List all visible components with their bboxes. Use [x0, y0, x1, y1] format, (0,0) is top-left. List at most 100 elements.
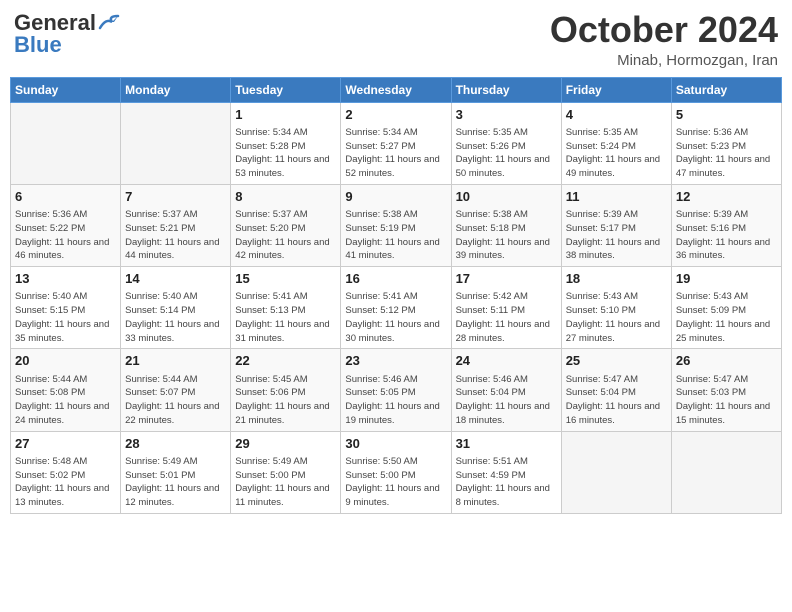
day-info: Sunrise: 5:46 AMSunset: 5:05 PMDaylight:…: [345, 373, 446, 428]
calendar-cell: 3Sunrise: 5:35 AMSunset: 5:26 PMDaylight…: [451, 102, 561, 184]
calendar-cell: 13 Sunrise: 5:40 AMSunset: 5:15 PMDayligh…: [11, 267, 121, 349]
day-number: 17: [456, 270, 557, 288]
calendar-cell: 10 Sunrise: 5:38 AMSunset: 5:18 PMDayligh…: [451, 184, 561, 266]
day-number: 14: [125, 270, 226, 288]
logo-bird-icon: [98, 14, 120, 32]
calendar-cell: 27 Sunrise: 5:48 AMSunset: 5:02 PMDayligh…: [11, 431, 121, 513]
day-number: 30: [345, 435, 446, 453]
day-info: Sunrise: 5:35 AMSunset: 5:26 PMDaylight:…: [456, 126, 557, 181]
logo-blue: Blue: [14, 32, 62, 58]
day-number: 4: [566, 106, 667, 124]
day-number: 13: [15, 270, 116, 288]
day-info: Sunrise: 5:38 AMSunset: 5:18 PMDaylight:…: [456, 208, 557, 263]
day-info: Sunrise: 5:39 AMSunset: 5:16 PMDaylight:…: [676, 208, 777, 263]
calendar-cell: 14 Sunrise: 5:40 AMSunset: 5:14 PMDayligh…: [121, 267, 231, 349]
day-info: Sunrise: 5:34 AMSunset: 5:27 PMDaylight:…: [345, 126, 446, 181]
day-info: Sunrise: 5:40 AMSunset: 5:15 PMDaylight:…: [15, 290, 116, 345]
calendar-cell: 4 Sunrise: 5:35 AMSunset: 5:24 PMDaylight…: [561, 102, 671, 184]
calendar-cell: 21Sunrise: 5:44 AMSunset: 5:07 PMDayligh…: [121, 349, 231, 431]
day-info: Sunrise: 5:34 AMSunset: 5:28 PMDaylight:…: [235, 126, 336, 181]
location: Minab, Hormozgan, Iran: [550, 52, 778, 69]
calendar-cell: 5 Sunrise: 5:36 AMSunset: 5:23 PMDaylight…: [671, 102, 781, 184]
calendar-cell: 15 Sunrise: 5:41 AMSunset: 5:13 PMDayligh…: [231, 267, 341, 349]
month-title: October 2024: [550, 10, 778, 50]
calendar-cell: [121, 102, 231, 184]
logo: General Blue: [14, 10, 120, 58]
calendar-cell: [671, 431, 781, 513]
day-info: Sunrise: 5:41 AMSunset: 5:12 PMDaylight:…: [345, 290, 446, 345]
day-number: 12: [676, 188, 777, 206]
calendar-cell: 29 Sunrise: 5:49 AMSunset: 5:00 PMDayligh…: [231, 431, 341, 513]
day-number: 24: [456, 352, 557, 370]
calendar-week-3: 13 Sunrise: 5:40 AMSunset: 5:15 PMDayligh…: [11, 267, 782, 349]
day-info: Sunrise: 5:36 AMSunset: 5:23 PMDaylight:…: [676, 126, 777, 181]
day-info: Sunrise: 5:37 AMSunset: 5:20 PMDaylight:…: [235, 208, 336, 263]
day-info: Sunrise: 5:51 AMSunset: 4:59 PMDaylight:…: [456, 455, 557, 510]
day-number: 9: [345, 188, 446, 206]
day-number: 15: [235, 270, 336, 288]
day-number: 2: [345, 106, 446, 124]
day-number: 8: [235, 188, 336, 206]
weekday-header-row: SundayMondayTuesdayWednesdayThursdayFrid…: [11, 77, 782, 102]
weekday-header-saturday: Saturday: [671, 77, 781, 102]
calendar-cell: [11, 102, 121, 184]
day-info: Sunrise: 5:44 AMSunset: 5:08 PMDaylight:…: [15, 373, 116, 428]
calendar-cell: 26Sunrise: 5:47 AMSunset: 5:03 PMDayligh…: [671, 349, 781, 431]
day-number: 18: [566, 270, 667, 288]
day-info: Sunrise: 5:43 AMSunset: 5:09 PMDaylight:…: [676, 290, 777, 345]
day-number: 27: [15, 435, 116, 453]
calendar-cell: 9 Sunrise: 5:38 AMSunset: 5:19 PMDaylight…: [341, 184, 451, 266]
day-info: Sunrise: 5:40 AMSunset: 5:14 PMDaylight:…: [125, 290, 226, 345]
day-info: Sunrise: 5:42 AMSunset: 5:11 PMDaylight:…: [456, 290, 557, 345]
day-info: Sunrise: 5:50 AMSunset: 5:00 PMDaylight:…: [345, 455, 446, 510]
day-info: Sunrise: 5:35 AMSunset: 5:24 PMDaylight:…: [566, 126, 667, 181]
day-number: 25: [566, 352, 667, 370]
day-info: Sunrise: 5:47 AMSunset: 5:03 PMDaylight:…: [676, 373, 777, 428]
calendar-cell: 28Sunrise: 5:49 AMSunset: 5:01 PMDayligh…: [121, 431, 231, 513]
day-info: Sunrise: 5:41 AMSunset: 5:13 PMDaylight:…: [235, 290, 336, 345]
calendar-cell: 7 Sunrise: 5:37 AMSunset: 5:21 PMDaylight…: [121, 184, 231, 266]
calendar-week-2: 6 Sunrise: 5:36 AMSunset: 5:22 PMDaylight…: [11, 184, 782, 266]
calendar-cell: 30 Sunrise: 5:50 AMSunset: 5:00 PMDayligh…: [341, 431, 451, 513]
calendar-cell: 16Sunrise: 5:41 AMSunset: 5:12 PMDayligh…: [341, 267, 451, 349]
day-number: 19: [676, 270, 777, 288]
weekday-header-tuesday: Tuesday: [231, 77, 341, 102]
page-header: General Blue October 2024 Minab, Hormozg…: [10, 10, 782, 69]
calendar-cell: [561, 431, 671, 513]
day-number: 21: [125, 352, 226, 370]
day-number: 1: [235, 106, 336, 124]
weekday-header-friday: Friday: [561, 77, 671, 102]
day-number: 7: [125, 188, 226, 206]
day-info: Sunrise: 5:49 AMSunset: 5:00 PMDaylight:…: [235, 455, 336, 510]
day-number: 20: [15, 352, 116, 370]
day-info: Sunrise: 5:48 AMSunset: 5:02 PMDaylight:…: [15, 455, 116, 510]
calendar-cell: 8 Sunrise: 5:37 AMSunset: 5:20 PMDaylight…: [231, 184, 341, 266]
calendar-cell: 12 Sunrise: 5:39 AMSunset: 5:16 PMDayligh…: [671, 184, 781, 266]
calendar-cell: 1 Sunrise: 5:34 AMSunset: 5:28 PMDaylight…: [231, 102, 341, 184]
day-number: 29: [235, 435, 336, 453]
calendar-cell: 6 Sunrise: 5:36 AMSunset: 5:22 PMDaylight…: [11, 184, 121, 266]
day-number: 10: [456, 188, 557, 206]
day-number: 22: [235, 352, 336, 370]
calendar-week-1: 1 Sunrise: 5:34 AMSunset: 5:28 PMDaylight…: [11, 102, 782, 184]
calendar-cell: 24Sunrise: 5:46 AMSunset: 5:04 PMDayligh…: [451, 349, 561, 431]
day-info: Sunrise: 5:38 AMSunset: 5:19 PMDaylight:…: [345, 208, 446, 263]
calendar-cell: 25Sunrise: 5:47 AMSunset: 5:04 PMDayligh…: [561, 349, 671, 431]
calendar-cell: 11Sunrise: 5:39 AMSunset: 5:17 PMDayligh…: [561, 184, 671, 266]
day-number: 31: [456, 435, 557, 453]
calendar-cell: 31 Sunrise: 5:51 AMSunset: 4:59 PMDayligh…: [451, 431, 561, 513]
calendar-cell: 17 Sunrise: 5:42 AMSunset: 5:11 PMDayligh…: [451, 267, 561, 349]
day-number: 6: [15, 188, 116, 206]
calendar-week-5: 27 Sunrise: 5:48 AMSunset: 5:02 PMDayligh…: [11, 431, 782, 513]
weekday-header-wednesday: Wednesday: [341, 77, 451, 102]
weekday-header-sunday: Sunday: [11, 77, 121, 102]
calendar-cell: 20 Sunrise: 5:44 AMSunset: 5:08 PMDayligh…: [11, 349, 121, 431]
day-number: 5: [676, 106, 777, 124]
day-number: 28: [125, 435, 226, 453]
calendar-cell: 23Sunrise: 5:46 AMSunset: 5:05 PMDayligh…: [341, 349, 451, 431]
calendar-cell: 22Sunrise: 5:45 AMSunset: 5:06 PMDayligh…: [231, 349, 341, 431]
day-info: Sunrise: 5:36 AMSunset: 5:22 PMDaylight:…: [15, 208, 116, 263]
calendar-week-4: 20 Sunrise: 5:44 AMSunset: 5:08 PMDayligh…: [11, 349, 782, 431]
day-info: Sunrise: 5:37 AMSunset: 5:21 PMDaylight:…: [125, 208, 226, 263]
calendar-cell: 2 Sunrise: 5:34 AMSunset: 5:27 PMDaylight…: [341, 102, 451, 184]
